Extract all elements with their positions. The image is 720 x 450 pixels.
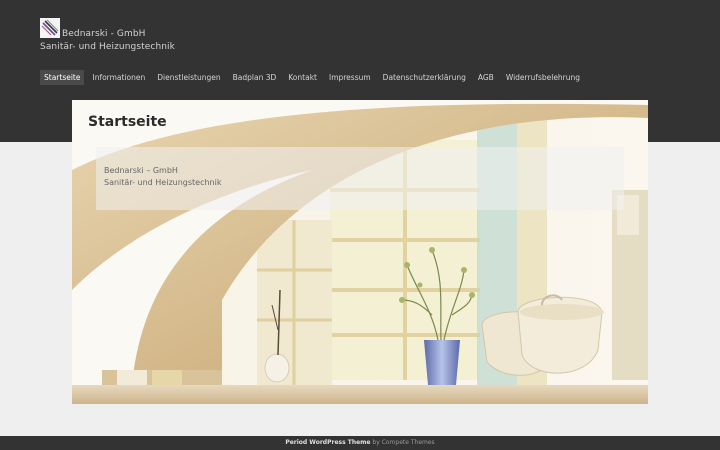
hero-bathroom-image: [72, 100, 648, 404]
nav-item-datenschutz[interactable]: Datenschutzerklärung: [379, 70, 470, 85]
nav-item-impressum[interactable]: Impressum: [325, 70, 375, 85]
nav-item-badplan-3d[interactable]: Badplan 3D: [229, 70, 281, 85]
footer-theme-link[interactable]: Period WordPress Theme: [285, 439, 370, 446]
nav-item-dienstleistungen[interactable]: Dienstleistungen: [153, 70, 224, 85]
caption-tagline: Sanitär- und Heizungstechnik: [104, 178, 222, 187]
site-tagline: Sanitär- und Heizungstechnik: [40, 42, 175, 52]
nav-item-kontakt[interactable]: Kontakt: [284, 70, 321, 85]
footer-credit: by Compete Themes: [372, 439, 435, 446]
nav-item-widerrufsbelehrung[interactable]: Widerrufsbelehrung: [502, 70, 584, 85]
nav-item-agb[interactable]: AGB: [474, 70, 498, 85]
caption-company-name: Bednarski – GmbH: [104, 166, 178, 175]
page-title: Startseite: [88, 114, 167, 130]
nav-item-startseite[interactable]: Startseite: [40, 70, 85, 85]
site-footer: Period WordPress Theme by Compete Themes: [0, 436, 720, 450]
nav-item-informationen[interactable]: Informationen: [88, 70, 149, 85]
site-logo[interactable]: [40, 18, 60, 38]
main-navigation: Startseite Informationen Dienstleistunge…: [40, 70, 588, 85]
brush-logo-icon: [40, 18, 60, 38]
site-title[interactable]: Bednarski - GmbH: [62, 29, 146, 39]
